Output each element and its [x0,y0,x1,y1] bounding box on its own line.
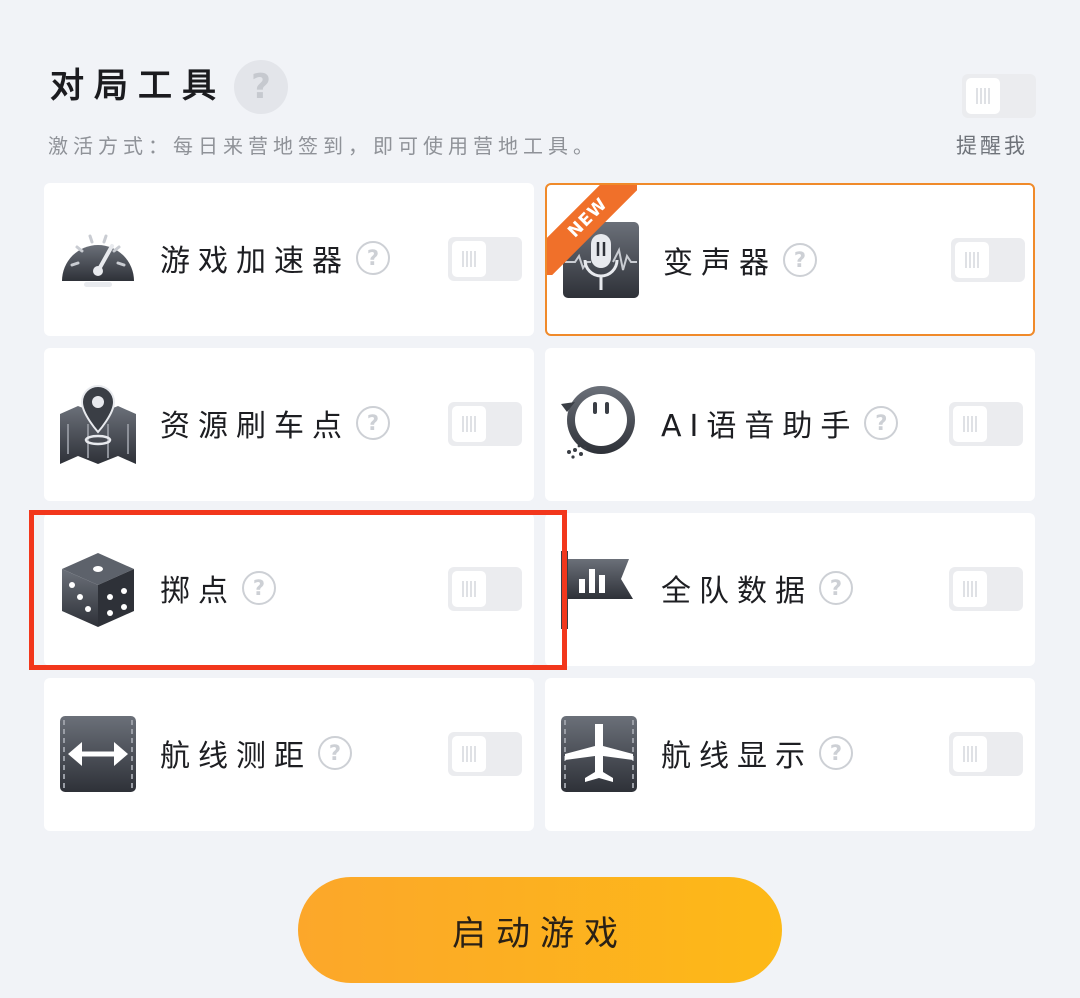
tool-label: 变声器 ? [663,238,817,282]
help-icon[interactable]: ? [356,406,390,440]
start-game-button[interactable]: 启动游戏 [298,877,782,983]
tool-toggle[interactable] [949,402,1023,446]
toggle-knob [953,736,987,772]
tool-card-voice-changer[interactable]: NEW 变声器 ? [545,183,1035,336]
help-icon[interactable]: ? [819,736,853,770]
speedometer-icon [62,234,134,287]
tool-label-text: 航线测距 [160,739,312,774]
chat-bubble-icon [561,386,635,459]
tool-label: 航线显示 ? [661,731,853,775]
toggle-knob [955,242,989,278]
toggle-knob [452,571,486,607]
help-icon[interactable]: ? [819,571,853,605]
tool-label: 资源刷车点 ? [160,401,390,445]
tool-toggle[interactable] [951,238,1025,282]
toggle-knob [452,736,486,772]
tool-card-ai-voice-assistant[interactable]: AI语音助手 ? [545,348,1035,501]
map-pin-icon [60,384,136,464]
activation-hint: 激活方式：每日来营地签到，即可使用营地工具。 [48,134,598,158]
tool-label: AI语音助手 ? [661,401,899,445]
help-icon[interactable]: ? [318,736,352,770]
toggle-knob [953,571,987,607]
remind-toggle[interactable] [962,74,1036,118]
toggle-knob [452,406,486,442]
tool-label-text: 游戏加速器 [160,244,350,279]
new-badge-text: NEW [547,185,637,275]
tool-card-team-stats[interactable]: 全队数据 ? [545,513,1035,666]
tool-card-vehicle-spawn[interactable]: 资源刷车点 ? [44,348,534,501]
tool-toggle[interactable] [448,237,522,281]
toggle-knob [452,241,486,277]
toggle-knob [953,406,987,442]
tool-toggle[interactable] [448,732,522,776]
help-icon[interactable]: ? [234,60,288,114]
tool-card-game-accelerator[interactable]: 游戏加速器 ? [44,183,534,336]
tool-toggle[interactable] [448,567,522,611]
tool-card-route-distance[interactable]: 航线测距 ? [44,678,534,831]
tool-label-text: 掷点 [160,574,236,609]
tool-label: 航线测距 ? [160,731,352,775]
tool-label-text: AI语音助手 [661,409,859,444]
help-icon[interactable]: ? [864,406,899,440]
tool-label-text: 航线显示 [661,739,813,774]
section-title: 对局工具 [50,66,226,106]
tool-label-text: 全队数据 [661,574,813,609]
tool-label: 全队数据 ? [661,566,853,610]
tool-label: 掷点 ? [160,566,276,610]
tool-toggle[interactable] [949,732,1023,776]
tool-card-dice-roll[interactable]: 掷点 ? [44,513,534,666]
help-icon[interactable]: ? [242,571,276,605]
team-flag-icon [561,551,633,629]
tool-card-route-display[interactable]: 航线显示 ? [545,678,1035,831]
help-icon[interactable]: ? [783,243,817,277]
tool-label-text: 资源刷车点 [160,409,350,444]
measure-arrows-icon [60,716,136,792]
airplane-icon [561,716,637,792]
tool-label: 游戏加速器 ? [160,236,390,280]
tool-label-text: 变声器 [663,246,777,281]
dice-icon [62,553,134,627]
toggle-knob [966,78,1000,114]
new-badge: NEW [547,185,637,275]
tool-toggle[interactable] [949,567,1023,611]
help-icon[interactable]: ? [356,241,390,275]
tool-toggle[interactable] [448,402,522,446]
remind-label: 提醒我 [956,134,1028,158]
